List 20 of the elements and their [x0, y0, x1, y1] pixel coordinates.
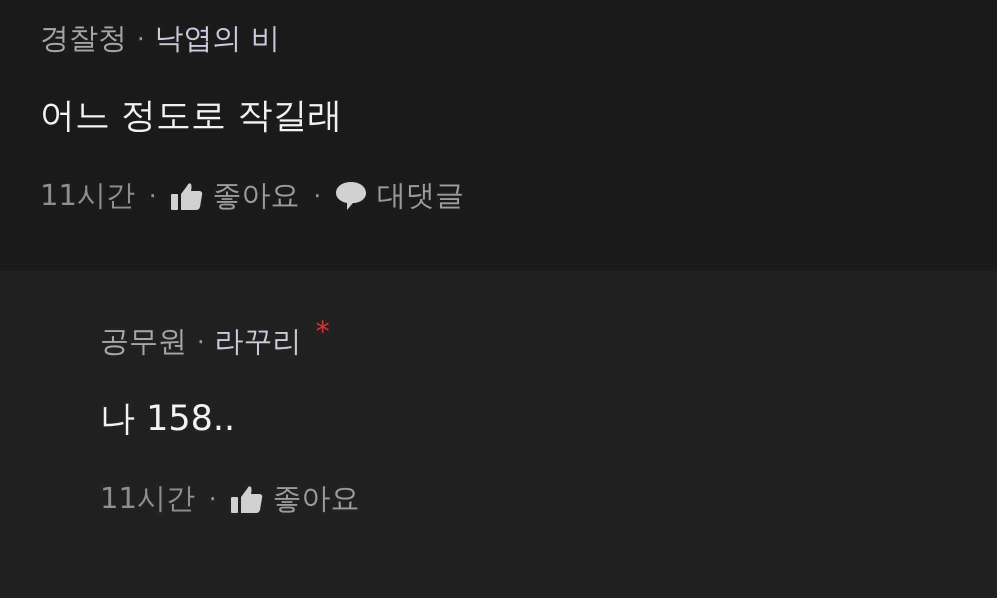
comment-text: 나 158..	[100, 398, 236, 441]
like-button[interactable]: 좋아요	[170, 176, 300, 216]
comment-time: 11시간	[40, 177, 135, 214]
separator-dot: ·	[208, 485, 217, 513]
separator-dot: ·	[137, 25, 145, 53]
comment-text: 어느 정도로 작길래	[40, 95, 344, 138]
author-mark: *	[316, 315, 330, 348]
author-company: 공무원	[100, 323, 187, 360]
separator-dot: ·	[197, 328, 205, 356]
author-nickname[interactable]: 낙엽의 비	[154, 19, 280, 59]
thumbs-up-icon	[230, 485, 263, 513]
speech-bubble-icon	[335, 182, 368, 210]
reply-button[interactable]: 대댓글	[335, 176, 464, 216]
thumbs-up-icon	[170, 182, 203, 210]
author-nickname[interactable]: 라꾸리	[214, 322, 302, 362]
separator-dot: ·	[314, 182, 322, 210]
comment-time: 11시간	[100, 480, 195, 517]
like-button[interactable]: 좋아요	[230, 479, 360, 519]
separator-dot: ·	[148, 182, 157, 210]
author-company: 경찰청	[40, 20, 127, 57]
